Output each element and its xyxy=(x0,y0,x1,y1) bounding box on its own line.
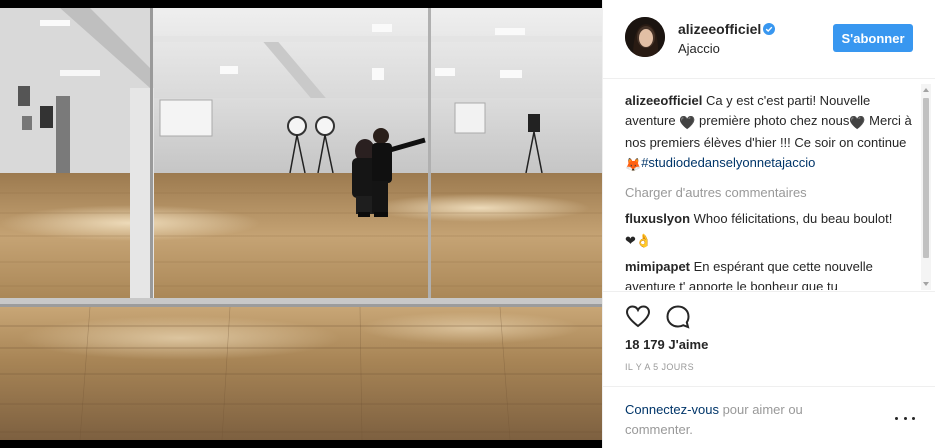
post-header: alizeeofficiel Ajaccio S'abonner xyxy=(603,0,935,79)
comment-item: fluxuslyon Whoo félicitations, du beau b… xyxy=(625,209,915,251)
heart-icon[interactable] xyxy=(625,304,651,330)
caption: alizeeofficiel Ca y est c'est parti! Nou… xyxy=(625,91,915,175)
more-options-icon[interactable] xyxy=(895,413,915,423)
post-location[interactable]: Ajaccio xyxy=(678,41,720,56)
scrollbar-thumb[interactable] xyxy=(923,98,929,258)
comments-scrollbar[interactable] xyxy=(921,84,931,290)
comment-username[interactable]: mimipapet xyxy=(625,259,690,274)
post-side-panel: alizeeofficiel Ajaccio S'abonner alizeeo… xyxy=(602,0,935,448)
scroll-down-arrow-icon[interactable] xyxy=(923,282,929,286)
heart-ok-emoji: ❤👌 xyxy=(625,233,653,248)
comment-username[interactable]: fluxuslyon xyxy=(625,211,690,226)
dance-studio-image xyxy=(0,8,602,440)
post-timestamp[interactable]: IL Y A 5 JOURS xyxy=(625,362,694,372)
comment-icon[interactable] xyxy=(665,304,691,330)
fox-emoji: 🦊 xyxy=(625,157,642,172)
caption-username[interactable]: alizeeofficiel xyxy=(625,93,702,108)
black-heart-emoji: 🖤 xyxy=(679,115,696,130)
login-link[interactable]: Connectez-vous xyxy=(625,402,719,417)
caption-text-2: première photo chez nous xyxy=(699,113,850,128)
post-photo[interactable] xyxy=(0,0,602,448)
post-footer: Connectez-vous pour aimer ou commenter. xyxy=(603,386,935,448)
verified-badge-icon xyxy=(763,23,775,35)
load-more-comments-button[interactable]: Charger d'autres commentaires xyxy=(625,183,915,203)
login-prompt: Connectez-vous pour aimer ou commenter. xyxy=(625,400,855,440)
like-count[interactable]: 18 179 J'aime xyxy=(625,337,708,352)
post-username[interactable]: alizeeofficiel xyxy=(678,21,761,37)
avatar[interactable] xyxy=(625,17,665,57)
black-heart-emoji: 🖤 xyxy=(849,115,866,130)
post-actions xyxy=(603,291,935,329)
follow-button[interactable]: S'abonner xyxy=(833,24,913,52)
comment-text: Whoo félicitations, du beau boulot! xyxy=(693,211,893,226)
scroll-up-arrow-icon[interactable] xyxy=(923,88,929,92)
comments-list: alizeeofficiel Ca y est c'est parti! Nou… xyxy=(625,91,915,290)
comment-item: mimipapet En espérant que cette nouvelle… xyxy=(625,257,915,290)
hashtag-link[interactable]: #studiodedanselyonnetajaccio xyxy=(641,155,815,170)
